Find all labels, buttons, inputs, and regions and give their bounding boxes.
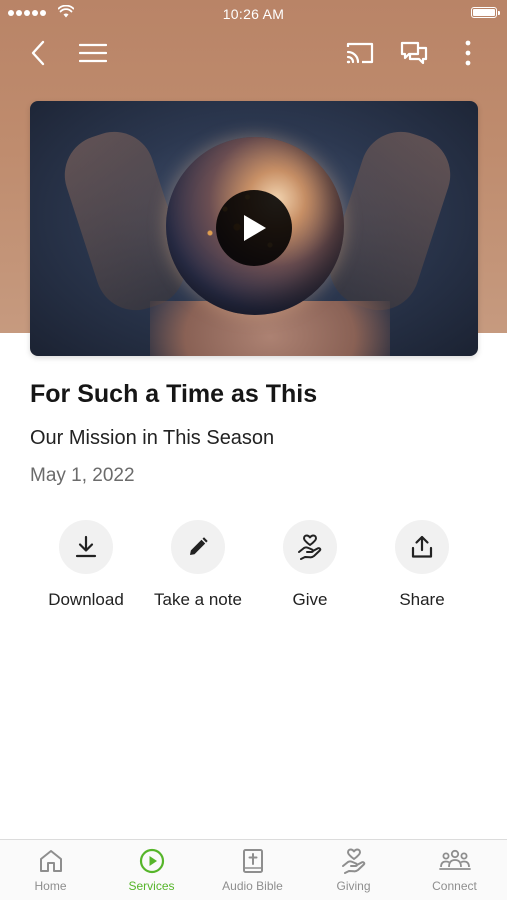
tab-audio-bible[interactable]: Audio Bible <box>202 848 303 893</box>
tab-services[interactable]: Services <box>101 848 202 893</box>
chat-bubbles-icon <box>400 41 428 65</box>
sermon-title: For Such a Time as This <box>30 380 318 408</box>
tab-giving[interactable]: Giving <box>303 848 404 893</box>
take-a-note-button[interactable]: Take a note <box>142 520 254 610</box>
play-circle-icon <box>139 848 164 874</box>
hamburger-menu-icon <box>79 43 107 63</box>
give-label: Give <box>292 590 328 609</box>
people-icon <box>438 849 471 870</box>
download-icon-circle <box>59 520 113 574</box>
status-bar: 10:26 AM <box>0 0 507 28</box>
tab-services-label: Services <box>128 879 175 893</box>
sermon-date: May 1, 2022 <box>30 465 135 486</box>
more-vertical-icon <box>465 40 471 66</box>
play-button[interactable] <box>216 190 292 266</box>
download-button[interactable]: Download <box>30 520 142 610</box>
note-icon-circle <box>171 520 225 574</box>
more-options-button[interactable] <box>452 37 484 69</box>
home-icon <box>39 850 62 872</box>
download-icon <box>75 535 97 558</box>
share-icon <box>411 535 433 558</box>
hand-heart-icon <box>341 848 365 874</box>
tab-connect-label: Connect <box>432 879 477 893</box>
tab-giving-label: Giving <box>336 879 371 893</box>
tab-home[interactable]: Home <box>0 848 101 893</box>
share-button[interactable]: Share <box>366 520 478 610</box>
tab-home-label: Home <box>34 879 67 893</box>
take-a-note-label: Take a note <box>154 590 242 609</box>
bible-icon <box>242 849 263 873</box>
share-icon-circle <box>395 520 449 574</box>
battery-icon <box>471 7 500 18</box>
tab-audio-bible-label: Audio Bible <box>222 879 283 893</box>
chevron-left-icon <box>31 40 45 66</box>
sermon-subtitle: Our Mission in This Season <box>30 427 275 449</box>
cast-button[interactable] <box>344 37 376 69</box>
give-button[interactable]: Give <box>254 520 366 610</box>
pencil-icon <box>190 537 208 555</box>
download-label: Download <box>48 590 124 609</box>
cast-icon <box>346 42 374 64</box>
hand-heart-icon <box>298 534 322 560</box>
play-icon <box>244 215 266 241</box>
bottom-tab-bar: Home Services Audio Bible Giving Connect <box>0 839 507 900</box>
chat-button[interactable] <box>398 37 430 69</box>
share-label: Share <box>399 590 445 609</box>
sermon-video-player[interactable] <box>30 101 478 356</box>
give-icon-circle <box>283 520 337 574</box>
status-time: 10:26 AM <box>222 6 285 22</box>
menu-button[interactable] <box>77 37 109 69</box>
tab-connect[interactable]: Connect <box>404 848 505 893</box>
back-button[interactable] <box>22 37 54 69</box>
